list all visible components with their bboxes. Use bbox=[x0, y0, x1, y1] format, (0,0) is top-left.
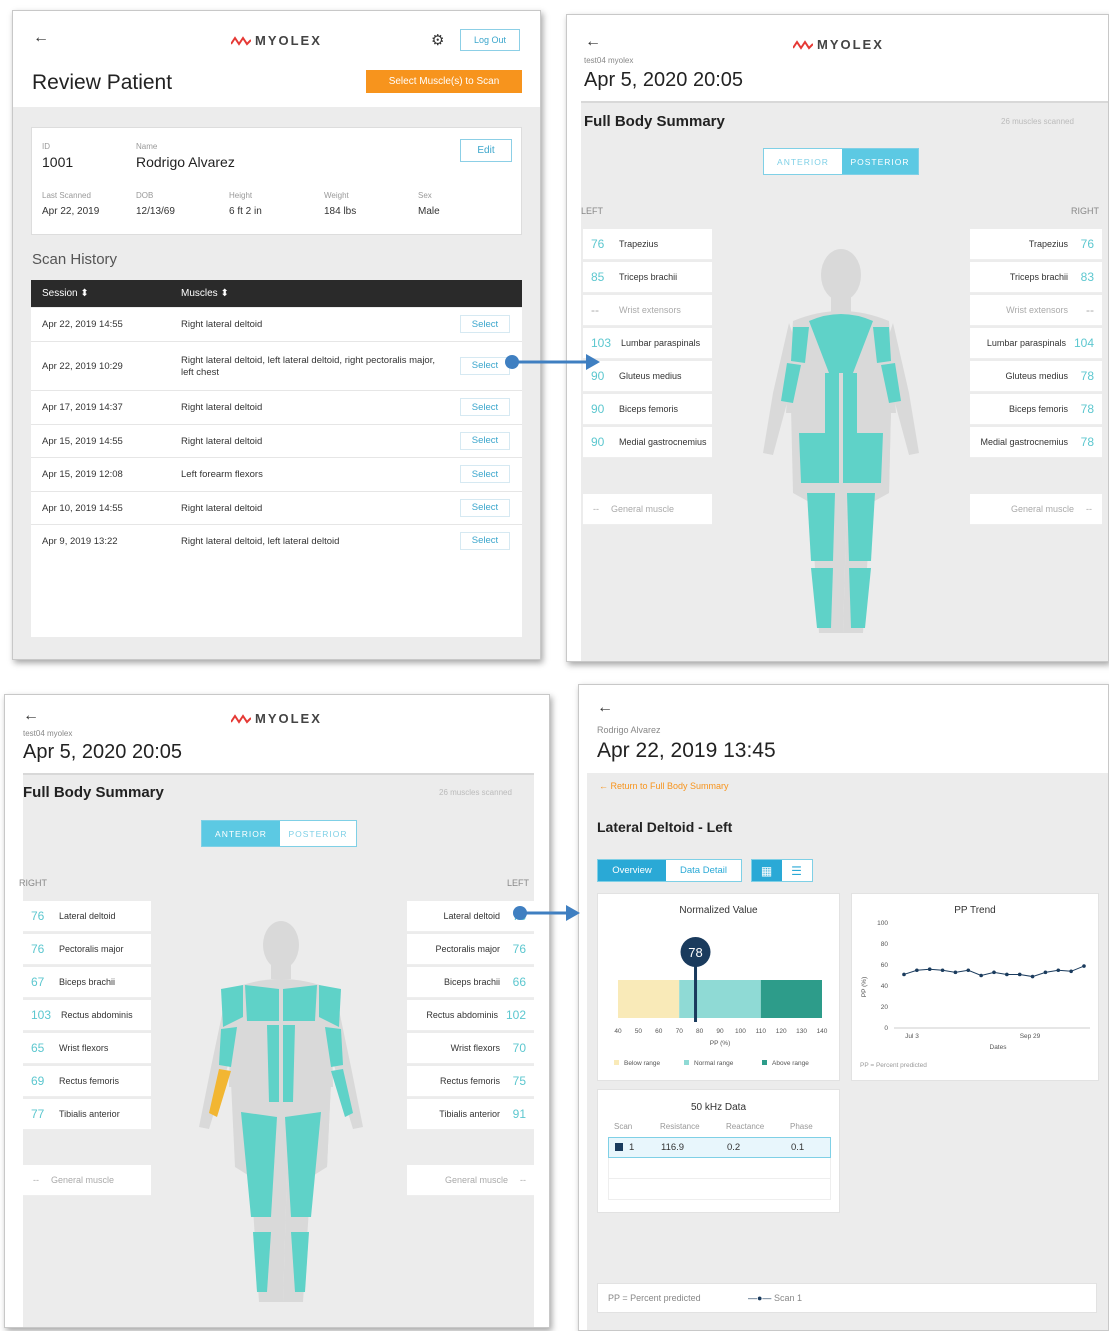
arrow-history-to-posterior bbox=[505, 354, 600, 370]
arrow-anterior-to-detail bbox=[513, 905, 580, 921]
flow-arrows bbox=[505, 354, 600, 921]
